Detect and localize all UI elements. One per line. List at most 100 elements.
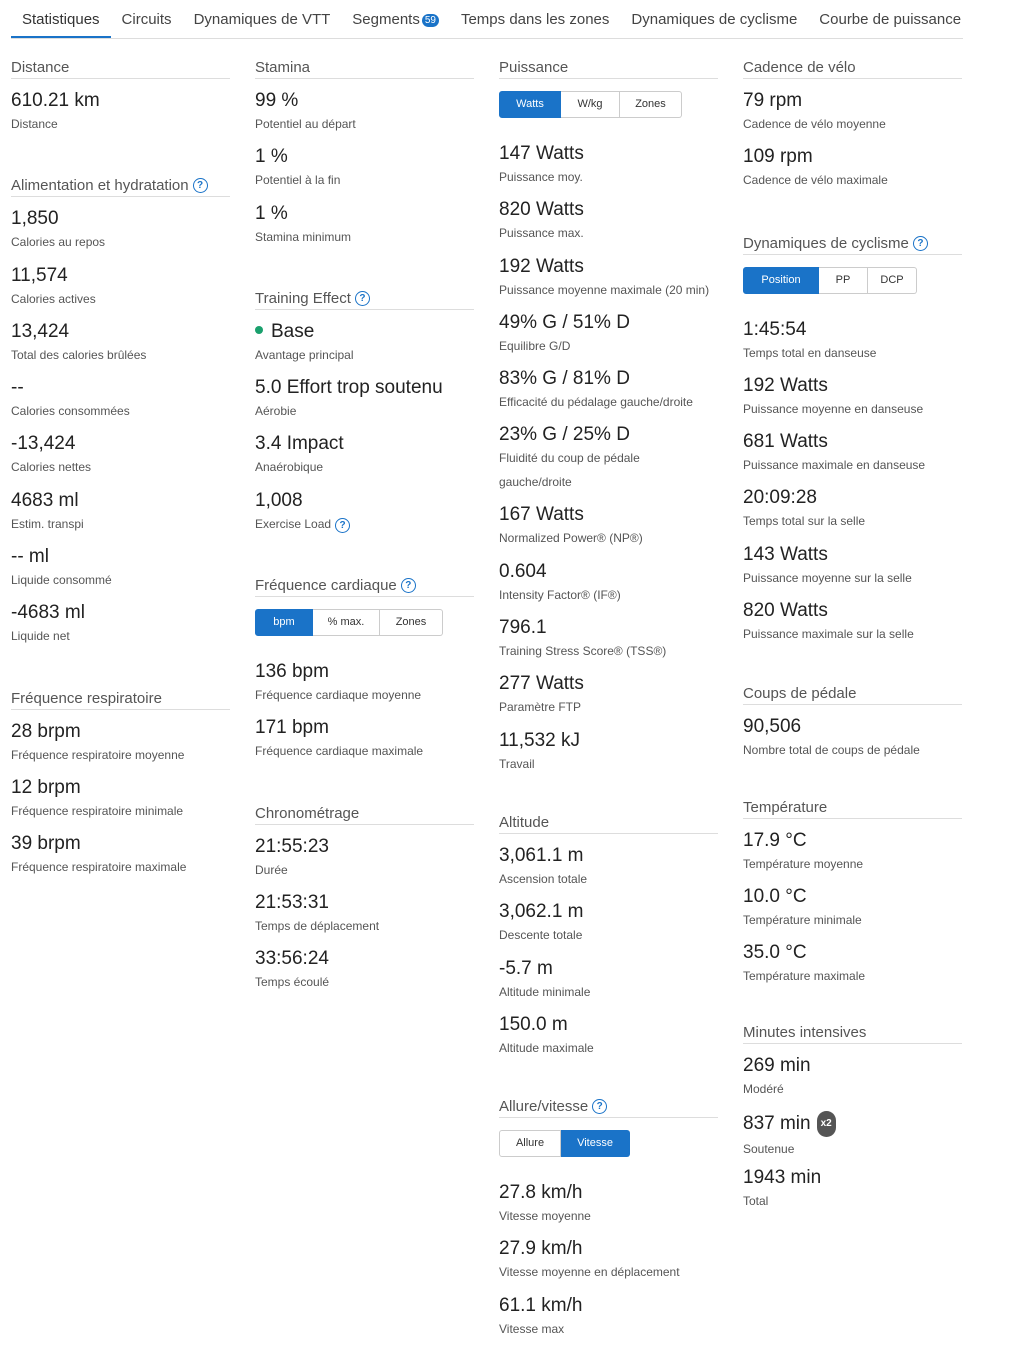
stat-item: 11,532 kJ Travail xyxy=(499,719,718,775)
stat-item: 23% G / 25% D Fluidité du coup de pédale … xyxy=(499,413,718,493)
column-3: Puissance Watts W/kg Zones 147 Watts Puis… xyxy=(499,56,718,1340)
section-title-text: Fréquence respiratoire xyxy=(11,689,162,707)
stat-value: 192 Watts xyxy=(743,374,828,396)
stat-item: 79 rpm Cadence de vélo moyenne xyxy=(743,79,962,135)
percent-max-button[interactable]: % max. xyxy=(313,609,380,637)
stat-value: 0.604 xyxy=(499,560,547,582)
stat-label: Temps écoulé xyxy=(255,975,330,990)
stat-label: Nombre total de coups de pédale xyxy=(743,743,920,758)
help-icon[interactable]: ? xyxy=(592,1099,608,1115)
bpm-button[interactable]: bpm xyxy=(255,609,313,637)
allure-button[interactable]: Allure xyxy=(499,1130,561,1158)
stat-label: Cadence de vélo moyenne xyxy=(743,117,886,131)
status-dot-icon xyxy=(255,325,263,334)
stat-label: Descente totale xyxy=(499,928,583,943)
section-title-altitude: Altitude xyxy=(499,814,718,834)
help-icon[interactable]: ? xyxy=(354,290,370,306)
stat-item: 27.8 km/h Vitesse moyenne xyxy=(499,1171,718,1227)
tab-statistiques[interactable]: Statistiques xyxy=(11,0,111,38)
stat-label: Normalized Power® (NP®) xyxy=(499,531,643,546)
section-title-text: Fréquence cardiaque xyxy=(255,577,397,595)
stat-label: Ascension totale xyxy=(499,871,588,886)
section-title-training-effect: Training Effect? xyxy=(255,290,474,310)
stat-value: 1:45:54 xyxy=(743,318,807,340)
watts-button[interactable]: Watts xyxy=(499,91,561,118)
tab-dynamiques-vtt[interactable]: Dynamiques de VTT xyxy=(183,0,342,38)
section-title-respiration: Fréquence respiratoire xyxy=(11,690,230,710)
help-icon[interactable]: ? xyxy=(912,235,928,251)
stat-value: 167 Watts xyxy=(499,504,584,526)
dcp-button[interactable]: DCP xyxy=(868,266,917,294)
stat-value: 13,424 xyxy=(11,320,70,342)
stat-label: Puissance moyenne en danseuse xyxy=(743,401,924,416)
section-title-pedal-strokes: Coups de pédale xyxy=(743,685,962,706)
stat-label: Calories actives xyxy=(11,291,96,306)
position-button[interactable]: Position xyxy=(743,266,819,294)
stat-value: 49% G / 51% D xyxy=(499,311,630,333)
stat-value: 192 Watts xyxy=(499,255,584,277)
section-title-cycling-dynamics: Dynamiques de cyclisme? xyxy=(743,235,962,255)
stat-label: Temps de déplacement xyxy=(255,918,380,933)
stat-value: 99 % xyxy=(255,90,299,111)
stat-label: Puissance max. xyxy=(499,226,584,241)
stat-item: 143 Watts Puissance moyenne sur la selle xyxy=(743,533,962,589)
stat-label: Température moyenne xyxy=(743,856,864,871)
tab-label: Segments xyxy=(352,11,420,28)
tab-circuits[interactable]: Circuits xyxy=(111,0,183,38)
stat-value: -- xyxy=(11,377,24,399)
section-title-text: Altitude xyxy=(499,813,550,831)
stat-item: 1 % Stamina minimum xyxy=(255,192,474,248)
vitesse-button[interactable]: Vitesse xyxy=(561,1130,630,1158)
column-4: Cadence de vélo 79 rpm Cadence de vélo mo… xyxy=(743,56,962,1212)
stat-label: Fréquence respiratoire minimale xyxy=(11,803,184,818)
section-title-text: Distance xyxy=(11,59,70,76)
section-title-text: Coups de pédale xyxy=(743,685,857,703)
section-title-text: Dynamiques de cyclisme xyxy=(743,234,909,252)
w-kg-button[interactable]: W/kg xyxy=(561,91,620,118)
help-icon[interactable]: ? xyxy=(400,578,416,594)
stat-item: 136 bpm Fréquence cardiaque moyenne xyxy=(255,650,474,706)
help-icon[interactable]: ? xyxy=(192,178,208,194)
column-2: Stamina 99 % Potentiel au départ 1 % Poten… xyxy=(255,56,474,994)
stat-item: 35.0 °C Température maximale xyxy=(743,931,962,987)
zones-button[interactable]: Zones xyxy=(380,609,443,637)
column-1: Distance 610.21 km Distance Alimentation … xyxy=(11,56,230,879)
stat-item: -4683 ml Liquide net xyxy=(11,591,230,647)
tab-dynamiques-cyclisme[interactable]: Dynamiques de cyclisme xyxy=(620,0,808,38)
stat-label: Potentiel à la fin xyxy=(255,173,341,188)
zones-button[interactable]: Zones xyxy=(620,91,682,118)
tab-segments[interactable]: Segments 59 xyxy=(341,0,450,38)
section-title-intensity-minutes: Minutes intensives xyxy=(743,1024,962,1044)
tab-temps-zones[interactable]: Temps dans les zones xyxy=(450,0,620,38)
stat-item: 277 Watts Paramètre FTP xyxy=(499,662,718,718)
stat-label: Vitesse moyenne xyxy=(499,1209,591,1224)
section-title-speed: Allure/vitesse? xyxy=(499,1098,718,1119)
stat-item: -5.7 m Altitude minimale xyxy=(499,947,718,1003)
stat-value: 83% G / 81% D xyxy=(499,368,630,390)
stat-label: Intensity Factor® (IF®) xyxy=(499,587,621,602)
stat-label: Cadence de vélo maximale xyxy=(743,173,888,188)
section-title-text: Minutes intensives xyxy=(743,1023,867,1041)
stat-item: 171 bpm Fréquence cardiaque maximale xyxy=(255,706,474,762)
stat-item: 3,061.1 m Ascension totale xyxy=(499,834,718,890)
stat-label: Fréquence respiratoire maximale xyxy=(11,860,187,875)
stat-item: 83% G / 81% D Efficacité du pédalage gauc… xyxy=(499,357,718,413)
stat-label: Paramètre FTP xyxy=(499,700,582,715)
stat-label: Liquide consommé xyxy=(11,573,112,588)
stat-value: 11,574 xyxy=(11,264,68,286)
pp-button[interactable]: PP xyxy=(819,266,868,294)
stat-item: 10.0 °C Température minimale xyxy=(743,875,962,931)
stat-value: 17.9 °C xyxy=(743,829,807,851)
stat-item: 147 Watts Puissance moy. xyxy=(499,132,718,188)
stat-label: Vitesse moyenne en déplacement xyxy=(499,1265,680,1280)
stat-value-text: 837 min xyxy=(743,1112,811,1134)
stat-item: 27.9 km/h Vitesse moyenne en déplacement xyxy=(499,1227,718,1283)
stat-item: 20:09:28 Temps total sur la selle xyxy=(743,476,962,532)
help-icon[interactable]: ? xyxy=(335,517,351,533)
speed-unit-toggle: Allure Vitesse xyxy=(499,1130,718,1158)
stat-item: 17.9 °C Température moyenne xyxy=(743,819,962,875)
stat-item: 796.1 Training Stress Score® (TSS®) xyxy=(499,606,718,662)
tab-courbe-puissance[interactable]: Courbe de puissance xyxy=(808,0,972,38)
stat-label: Puissance maximale en danseuse xyxy=(743,458,926,473)
stat-value: 90,506 xyxy=(743,716,802,738)
